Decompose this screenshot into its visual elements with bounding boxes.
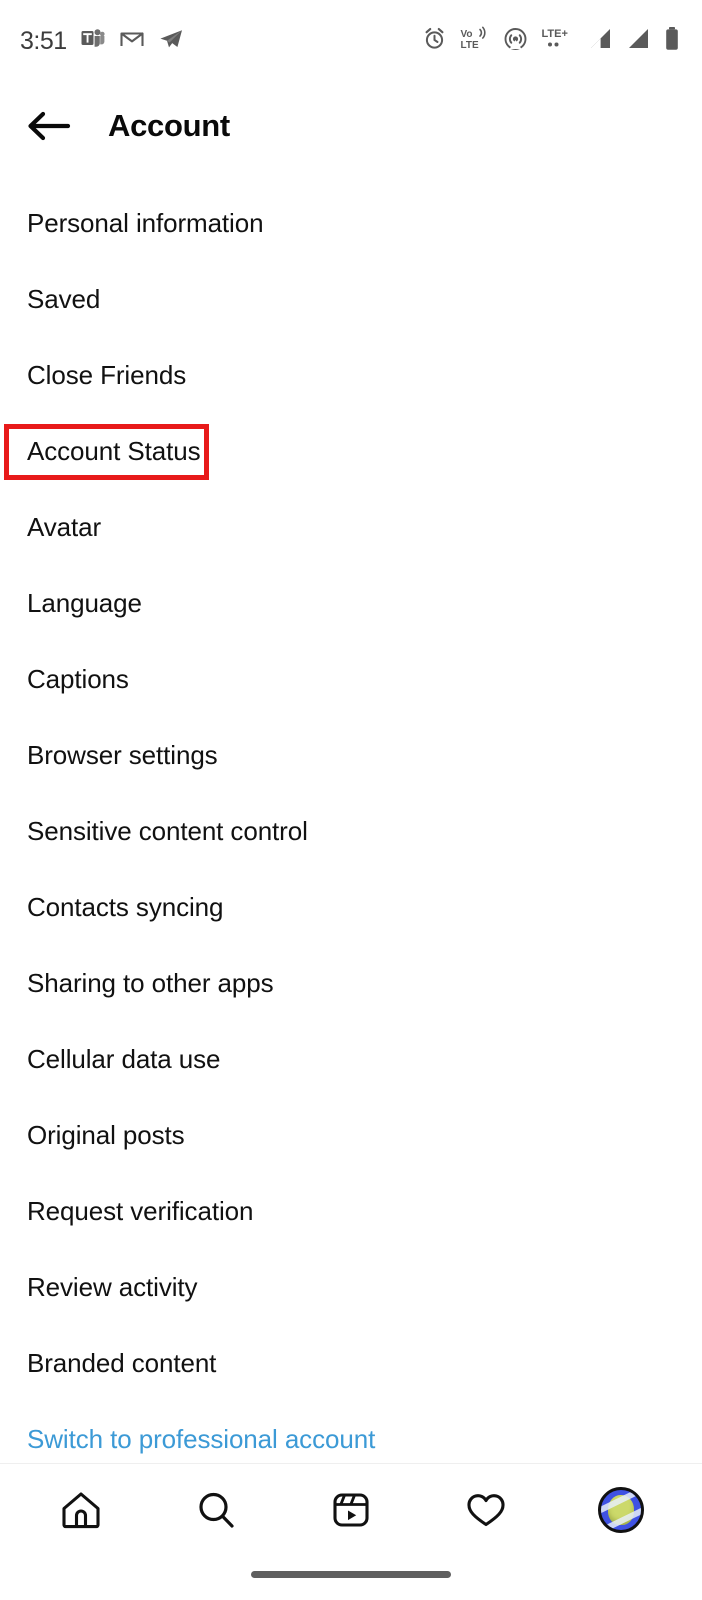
phone-screen: 3:51 Vo LTE LTE+ Account Personal inform… (0, 0, 702, 1600)
signal-sim2-icon (626, 26, 651, 56)
settings-list: Personal information Saved Close Friends Ac… (0, 186, 702, 1478)
settings-item-label: Browser settings (27, 740, 218, 771)
settings-item-label: Request verification (27, 1196, 254, 1227)
svg-text:LTE+: LTE+ (542, 28, 568, 40)
hotspot-icon (503, 26, 528, 56)
settings-item-label: Close Friends (27, 360, 187, 391)
app-header: Account (0, 82, 702, 170)
settings-item-language[interactable]: Language (0, 566, 702, 642)
settings-item-label: Personal information (27, 208, 264, 239)
settings-item-label: Sensitive content control (27, 816, 308, 847)
page-title: Account (108, 108, 230, 143)
settings-item-account-status[interactable]: Account Status (0, 414, 702, 490)
status-bar-left: 3:51 (20, 26, 184, 57)
back-arrow-icon (28, 111, 71, 141)
settings-item-sensitive-content-control[interactable]: Sensitive content control (0, 794, 702, 870)
settings-item-browser-settings[interactable]: Browser settings (0, 718, 702, 794)
status-bar: 3:51 Vo LTE LTE+ (0, 0, 702, 82)
settings-item-label: Switch to professional account (27, 1424, 376, 1455)
avatar[interactable] (597, 1486, 644, 1533)
lte-plus-icon: LTE+ (541, 26, 575, 56)
telegram-icon (158, 26, 184, 57)
settings-item-avatar[interactable]: Avatar (0, 490, 702, 566)
alarm-icon (422, 26, 447, 56)
battery-icon (664, 26, 680, 57)
heart-icon (467, 1493, 505, 1526)
nav-home[interactable] (38, 1467, 124, 1553)
bottom-navigation-bar (0, 1463, 702, 1555)
nav-activity[interactable] (443, 1467, 529, 1553)
settings-item-review-activity[interactable]: Review activity (0, 1250, 702, 1326)
settings-item-label: Branded content (27, 1348, 217, 1379)
settings-item-captions[interactable]: Captions (0, 642, 702, 718)
settings-item-label: Sharing to other apps (27, 968, 274, 999)
settings-item-close-friends[interactable]: Close Friends (0, 338, 702, 414)
status-bar-right: Vo LTE LTE+ (422, 26, 680, 57)
nav-search[interactable] (173, 1467, 259, 1553)
settings-item-contacts-syncing[interactable]: Contacts syncing (0, 870, 702, 946)
settings-item-cellular-data-use[interactable]: Cellular data use (0, 1022, 702, 1098)
settings-item-personal-information[interactable]: Personal information (0, 186, 702, 262)
settings-item-label: Contacts syncing (27, 892, 224, 923)
teams-icon (80, 26, 106, 57)
settings-item-original-posts[interactable]: Original posts (0, 1098, 702, 1174)
settings-item-label: Cellular data use (27, 1044, 221, 1075)
settings-item-label: Original posts (27, 1120, 185, 1151)
settings-item-label: Saved (27, 284, 101, 315)
settings-item-label: Review activity (27, 1272, 198, 1303)
svg-text:Vo: Vo (461, 29, 473, 40)
signal-sim1-icon (588, 26, 613, 56)
settings-item-label: Avatar (27, 512, 102, 543)
settings-item-label: Captions (27, 664, 129, 695)
volte-icon: Vo LTE (460, 26, 490, 56)
status-clock: 3:51 (20, 26, 67, 55)
svg-text:LTE: LTE (461, 40, 479, 51)
settings-item-sharing-to-other-apps[interactable]: Sharing to other apps (0, 946, 702, 1022)
nav-reels[interactable] (308, 1467, 394, 1553)
settings-item-branded-content[interactable]: Branded content (0, 1326, 702, 1402)
settings-item-saved[interactable]: Saved (0, 262, 702, 338)
settings-item-label: Language (27, 588, 142, 619)
settings-item-label: Account Status (27, 436, 201, 467)
home-icon (62, 1491, 100, 1528)
search-icon (199, 1492, 234, 1528)
back-button[interactable] (18, 95, 80, 157)
gesture-bar[interactable] (251, 1571, 451, 1578)
reels-icon (333, 1492, 369, 1527)
settings-item-request-verification[interactable]: Request verification (0, 1174, 702, 1250)
gmail-icon (119, 26, 145, 57)
nav-profile[interactable] (578, 1467, 664, 1553)
